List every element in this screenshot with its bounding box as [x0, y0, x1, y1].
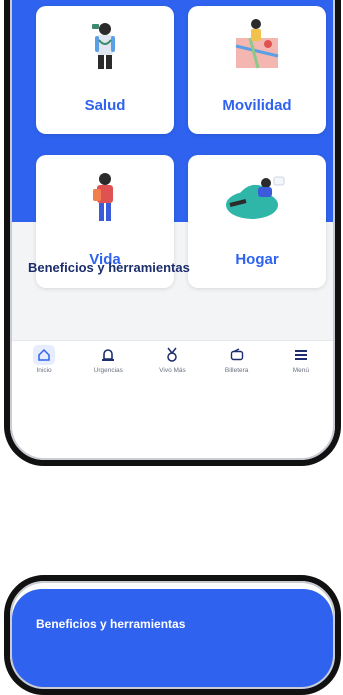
siren-icon: [97, 345, 119, 365]
tab-label: Billetera: [224, 367, 249, 374]
tab-vivo-mas[interactable]: Vivo Más: [144, 341, 200, 374]
tab-label: Urgencias: [93, 367, 123, 374]
medal-icon: [161, 345, 183, 365]
tab-label: Menú: [292, 367, 309, 374]
tab-inicio[interactable]: Inicio: [16, 341, 72, 374]
card-label: Salud: [84, 97, 126, 114]
person-backpack-illustration-icon: [93, 173, 113, 221]
card-label: Movilidad: [222, 97, 292, 114]
card-salud[interactable]: Salud: [36, 6, 174, 134]
person-beanbag-illustration-icon: [226, 176, 285, 219]
card-label: Hogar: [235, 251, 279, 268]
app-screen: Salud Movilidad Vida Hogar Beneficios y …: [12, 0, 333, 460]
card-hogar[interactable]: Hogar: [188, 155, 326, 288]
wallet-icon: [226, 345, 248, 365]
tab-menu[interactable]: Menú: [273, 341, 329, 374]
menu-icon: [290, 345, 312, 365]
phone-frame-bottom: Beneficios y herramientas: [4, 575, 341, 695]
tab-label: Vivo Más: [159, 367, 186, 374]
card-movilidad[interactable]: Movilidad: [188, 6, 326, 134]
bottom-tab-bar: Inicio Urgencias Vivo Más Billetera Menú: [12, 340, 333, 383]
tab-label: Inicio: [36, 367, 52, 374]
app-screen-preview: Beneficios y herramientas: [12, 589, 333, 689]
home-icon: [33, 345, 56, 365]
tab-urgencias[interactable]: Urgencias: [80, 341, 136, 374]
phone-frame-top: Salud Movilidad Vida Hogar Beneficios y …: [4, 0, 341, 466]
tab-billetera[interactable]: Billetera: [209, 341, 265, 374]
map-traveler-illustration-icon: [235, 19, 279, 69]
section-title: Beneficios y herramientas: [28, 260, 190, 275]
doctor-illustration-icon: [92, 23, 115, 69]
